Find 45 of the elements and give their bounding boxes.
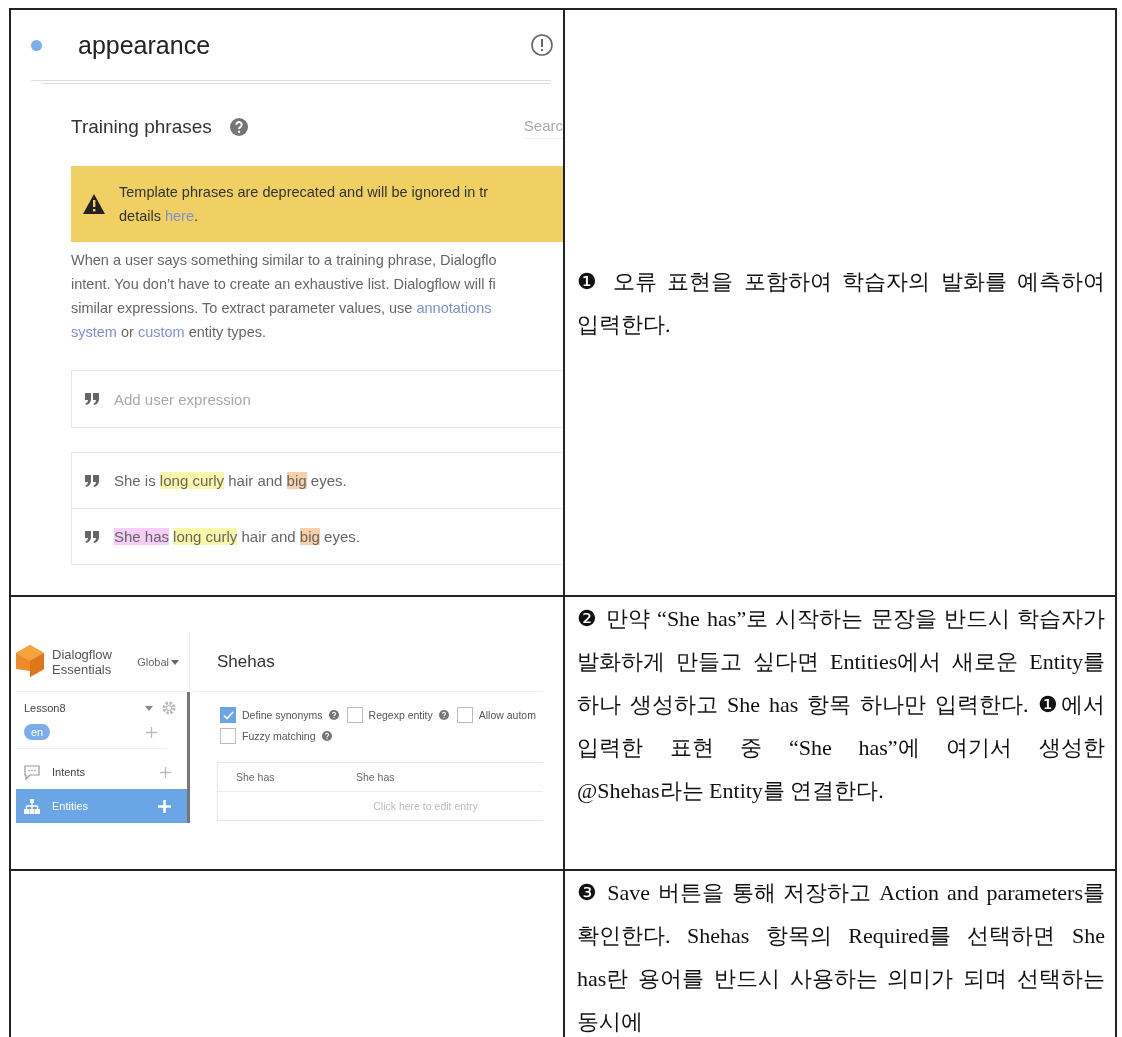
section-heading: Training phrases	[71, 116, 212, 138]
training-phrase[interactable]: She is long curly hair and big eyes.	[114, 472, 347, 489]
link[interactable]: custom	[137, 324, 185, 340]
agent-dropdown[interactable]: Lesson8	[24, 702, 137, 714]
caret-icon[interactable]	[145, 705, 153, 711]
step-description: ❶ 오류 표현을 포함하여 학습자의 발화를 예측하여 입력한다.	[576, 267, 1106, 339]
hierarchy-icon	[24, 798, 40, 814]
step-description: ❷ 만약 “She has”로 시작하는 문장을 반드시 학습자가 발화하게 만들고 싶다면 Entities에서 새로운 Entity를 하나 생성하고 She has 항목 하나만 입력한다. ❶에서 입력한 표현 중 “She has”에 여기서 생성한 @Shehas라는 Entity를 연결한다.	[576, 605, 1106, 805]
warning-icon	[83, 194, 105, 214]
option-checkbox[interactable]: Regexp entity	[346, 707, 449, 723]
description-text: When a user says something similar to a training phrase, Dialogflo intent. You don’t have to create an exhaustive list. Dialogflow will fi similar expressions. To extract parameter values, use annotations system or custom entity types.	[71, 251, 498, 342]
help-icon[interactable]	[438, 710, 449, 720]
help-icon[interactable]	[328, 710, 339, 720]
checkbox[interactable]	[346, 707, 363, 723]
entry-synonyms[interactable]: She has	[356, 771, 476, 783]
quote-icon	[84, 393, 100, 405]
caret-icon[interactable]	[171, 659, 179, 665]
help-icon[interactable]	[321, 731, 332, 741]
quote-icon	[84, 474, 100, 487]
intent-title: appearance	[78, 30, 212, 60]
warning-text: Template phrases are deprecated and will be ignored in tr details here.	[119, 183, 489, 226]
chat-icon	[24, 764, 40, 780]
entity-name: Shehas	[217, 652, 275, 672]
help-icon[interactable]	[229, 118, 248, 136]
settings-icon[interactable]	[161, 700, 177, 716]
alert-icon[interactable]	[531, 34, 553, 56]
step-description: ❸ Save 버튼을 통해 저장하고 Action and parameters를 확인한다. Shehas 항목의 Required를 선택하면 She has란 용어를 반드시 사용하는 의미가 되며 선택하는 동시에	[576, 879, 1106, 1036]
option-checkbox[interactable]: Allow autom	[456, 707, 536, 723]
option-checkbox[interactable]: Fuzzy matching	[220, 728, 332, 744]
checkbox[interactable]	[220, 728, 236, 744]
plus-icon[interactable]	[160, 766, 171, 778]
entry-value[interactable]: She has	[236, 771, 356, 783]
plus-icon[interactable]	[146, 726, 157, 738]
region-dropdown[interactable]: Global	[137, 656, 179, 668]
cube-logo	[16, 645, 44, 679]
option-checkbox[interactable]: Define synonyms	[220, 707, 339, 723]
link[interactable]: system	[71, 324, 117, 340]
link[interactable]: annotations	[416, 300, 492, 316]
checkbox[interactable]	[456, 707, 473, 723]
quote-icon	[84, 530, 100, 543]
nav-item[interactable]: Intents	[16, 755, 187, 789]
status-dot	[31, 39, 42, 51]
training-phrase[interactable]: She has long curly hair and big eyes.	[114, 528, 360, 545]
checkbox[interactable]	[220, 707, 236, 723]
brand-name: Dialogflow Essentials	[52, 647, 112, 677]
